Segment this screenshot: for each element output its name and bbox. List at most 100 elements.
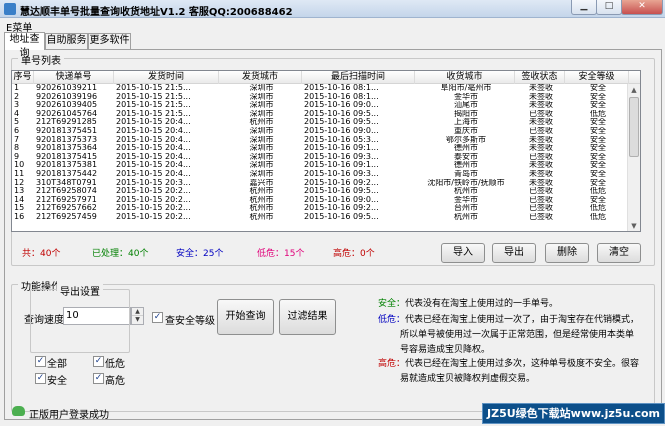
info-low-key: 低危： (378, 315, 406, 325)
maximize-button[interactable]: □ (596, 0, 622, 15)
table-cell: 9 (14, 152, 20, 161)
stepper-up-icon[interactable]: ▲ (132, 308, 143, 316)
table-row[interactable]: 9 920181375415 2015-10-15 20:4... 深圳市 2015-1… (12, 153, 629, 162)
filter-results-button[interactable]: 过滤结果 (279, 299, 336, 335)
table-row[interactable]: 15 212T69257662 2015-10-15 20:2... 杭州市 2015-… (12, 204, 629, 213)
table-row[interactable]: 6 920181375451 2015-10-15 20:4... 深圳市 2015-1… (12, 127, 629, 136)
table-row[interactable]: 11 920181375442 2015-10-15 20:4... 深圳市 2015-… (12, 170, 629, 179)
scroll-down-icon[interactable]: ▼ (628, 220, 640, 231)
table-cell: 2015-10-15 20:4... (116, 169, 191, 178)
table-cell: 10 (14, 161, 25, 170)
table-cell: 未签收 (529, 135, 553, 144)
col-header-index[interactable]: 序号 (12, 71, 34, 84)
table-cell: 212T69257662 (36, 204, 97, 213)
table-row[interactable]: 16 212T69257459 2015-10-15 20:2... 杭州市 2015-… (12, 213, 629, 222)
col-header-ship-time[interactable]: 发货时间 (114, 71, 219, 84)
table-cell: 2015-10-16 09:2... (304, 204, 379, 213)
scroll-up-icon[interactable]: ▲ (628, 84, 640, 96)
table-cell: 未签收 (529, 101, 553, 110)
user-check-icon (12, 406, 25, 416)
title-bar: 慧达顺丰单号批量查询收货地址V1.2 客服QQ:200688462 (0, 0, 665, 18)
table-row[interactable]: 10 920181375381 2015-10-15 20:4... 深圳市 2015-… (12, 161, 629, 170)
stepper-down-icon[interactable]: ▼ (132, 316, 143, 324)
table-cell: 2015-10-15 20:4... (116, 126, 191, 135)
table-cell: 杭州市 (249, 187, 274, 196)
table-row[interactable]: 3 920261039405 2015-10-15 21:5... 深圳市 2015-1… (12, 101, 629, 110)
tracking-table[interactable]: 序号 快递单号 发货时间 发货城市 最后扫描时间 收货城市 签收状态 安全等级 … (11, 70, 641, 232)
delete-button[interactable]: 删除 (545, 243, 589, 263)
speed-stepper[interactable]: ▲ ▼ (131, 307, 144, 325)
table-cell: 2015-10-15 21:5... (116, 101, 191, 110)
info-high-key: 高危： (378, 359, 406, 369)
table-cell: 212T69258074 (36, 187, 97, 196)
table-cell: 安全 (590, 92, 606, 101)
export-low-checkbox[interactable]: ✓ (93, 356, 104, 367)
table-row[interactable]: 13 212T69258074 2015-10-15 20:2... 杭州市 2015-… (12, 187, 629, 196)
table-cell: 2015-10-15 20:4... (116, 118, 191, 127)
table-cell: 深圳市 (249, 161, 274, 170)
table-cell: 1 (14, 84, 20, 92)
watermark-banner: JZ5U绿色下载站www.jz5u.com (482, 403, 665, 424)
export-high-checkbox[interactable]: ✓ (93, 373, 104, 384)
table-cell: 安全 (590, 101, 606, 110)
table-cell: 未签收 (529, 118, 553, 127)
table-row[interactable]: 14 212T69257971 2015-10-15 20:2... 杭州市 2015-… (12, 196, 629, 205)
table-row[interactable]: 5 212T69291285 2015-10-15 20:4... 杭州市 2015-1… (12, 118, 629, 127)
table-cell: 低危 (590, 204, 606, 213)
info-low: 低危：代表已经在淘宝上使用过一次了，由于淘宝存在代销模式， (378, 313, 639, 327)
check-safety-checkbox[interactable]: ✓ (152, 312, 163, 323)
table-cell: 杭州市 (249, 204, 274, 213)
table-cell: 920181375381 (36, 161, 98, 170)
export-low-label: 低危 (105, 359, 125, 370)
export-settings-group: 导出设置 (30, 283, 130, 353)
stat-low-risk: 低危：15个 (257, 249, 305, 259)
info-safe: 安全：代表没有在淘宝上使用过的一手单号。 (378, 297, 558, 311)
table-cell: 青岛市 (454, 169, 478, 178)
table-cell: 杭州市 (249, 118, 274, 127)
stat-processed: 已处理：40个 (92, 249, 149, 259)
table-cell: 7 (14, 135, 20, 144)
table-scrollbar[interactable]: ▲ ▼ (627, 84, 640, 231)
table-cell: 未签收 (529, 84, 553, 92)
table-row[interactable]: 7 920181375373 2015-10-15 20:4... 深圳市 2015-1… (12, 136, 629, 145)
table-row[interactable]: 2 920261039196 2015-10-15 21:5... 深圳市 2015-1… (12, 93, 629, 102)
tab-more-software[interactable]: 更多软件 (88, 33, 131, 49)
minimize-button[interactable]: ▁ (571, 0, 597, 15)
table-cell: 杭州市 (454, 187, 478, 196)
tab-address-query[interactable]: 地址查询 (4, 32, 45, 59)
clear-button[interactable]: 清空 (597, 243, 641, 263)
check-safety-label: 查安全等级 (165, 316, 215, 327)
table-cell: 8 (14, 144, 20, 153)
table-cell: 920181375442 (36, 169, 98, 178)
col-header-safety-level[interactable]: 安全等级 (565, 71, 629, 84)
table-cell: 14 (14, 195, 25, 204)
table-cell: 2015-10-16 09:0... (304, 126, 379, 135)
col-header-tracking-no[interactable]: 快递单号 (34, 71, 114, 84)
table-cell: 2015-10-16 09:5... (304, 212, 379, 221)
table-cell: 安全 (590, 135, 606, 144)
export-safe-checkbox[interactable]: ✓ (35, 373, 46, 384)
col-header-ship-city[interactable]: 发货城市 (219, 71, 302, 84)
table-cell: 2015-10-15 20:4... (116, 144, 191, 153)
table-cell: 2015-10-16 09:5... (304, 109, 379, 118)
import-button[interactable]: 导入 (441, 243, 485, 263)
info-low-text-1: 代表已经在淘宝上使用过一次了，由于淘宝存在代销模式， (405, 315, 640, 325)
table-row[interactable]: 8 920181375364 2015-10-15 20:4... 深圳市 2015-1… (12, 144, 629, 153)
table-cell: 深圳市 (249, 135, 274, 144)
export-all-checkbox[interactable]: ✓ (35, 356, 46, 367)
close-button[interactable]: ✕ (621, 0, 663, 15)
col-header-last-scan[interactable]: 最后扫描时间 (302, 71, 415, 84)
scroll-thumb[interactable] (629, 97, 639, 157)
col-header-dest-city[interactable]: 收货城市 (415, 71, 515, 84)
table-row[interactable]: 12 310T348T0791 2015-10-15 20:3... 嘉兴市 2015-… (12, 179, 629, 188)
table-cell: 920261039196 (36, 92, 98, 101)
col-header-sign-status[interactable]: 签收状态 (515, 71, 565, 84)
table-cell: 2015-10-15 20:2... (116, 204, 191, 213)
table-row[interactable]: 4 920261045764 2015-10-15 21:5... 深圳市 2015-1… (12, 110, 629, 119)
table-row[interactable]: 1 920261039211 2015-10-15 21:5... 深圳市 2015-1… (12, 84, 629, 93)
export-button[interactable]: 导出 (492, 243, 536, 263)
table-cell: 2015-10-16 09:3... (304, 169, 379, 178)
start-query-button[interactable]: 开始查询 (217, 299, 274, 335)
table-cell: 6 (14, 126, 20, 135)
tab-self-service[interactable]: 自助服务 (45, 33, 88, 49)
